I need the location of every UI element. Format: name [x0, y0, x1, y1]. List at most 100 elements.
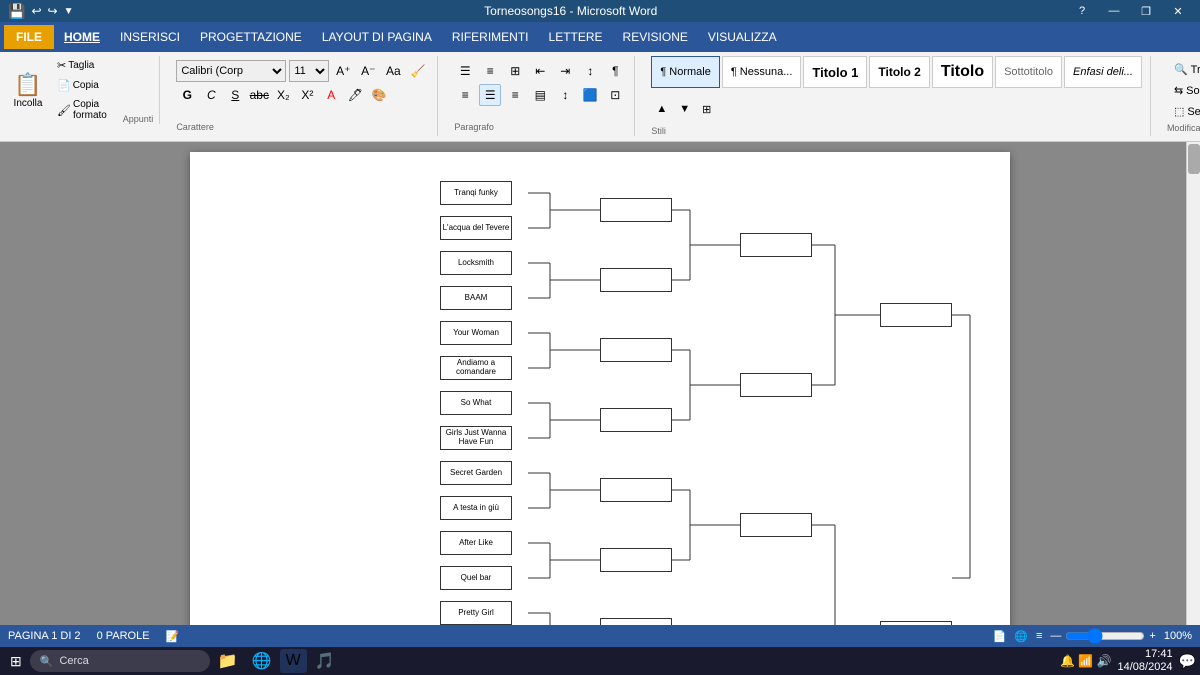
file-menu-button[interactable]: FILE [4, 25, 54, 49]
close-button[interactable]: ✕ [1164, 2, 1192, 20]
increase-indent-button[interactable]: ⇥ [554, 60, 576, 82]
clear-format-button[interactable]: 🧹 [407, 60, 429, 82]
outline-button[interactable]: ⊞ [504, 60, 526, 82]
numbering-button[interactable]: ≡ [479, 60, 501, 82]
styles-gallery: ¶ Normale ¶ Nessuna... Titolo 1 Titolo 2… [651, 56, 1142, 88]
decrease-font-button[interactable]: A⁻ [357, 60, 379, 82]
sostituisci-button[interactable]: ⇆ Sostituisci [1167, 81, 1200, 100]
clock: 17:41 14/08/2024 [1118, 648, 1173, 674]
case-button[interactable]: Aa [382, 60, 404, 82]
format-painter-button[interactable]: 🖌 Copia formato [52, 96, 119, 124]
seed-13: Pretty Girl [440, 601, 512, 625]
start-button[interactable]: ⊞ [4, 649, 28, 673]
font-color-button[interactable]: A [320, 84, 342, 106]
justify-button[interactable]: ▤ [529, 84, 551, 106]
style-titolo1[interactable]: Titolo 1 [803, 56, 867, 88]
styles-scroll-down[interactable]: ▼ [674, 100, 695, 119]
inserisci-menu-item[interactable]: INSERISCI [110, 25, 190, 49]
notification-button[interactable]: 💬 [1179, 653, 1196, 670]
clipboard-section: 📋 Incolla ✂ Taglia 📄 Copia 🖌 Copia forma… [8, 56, 160, 124]
italic-button[interactable]: C [200, 84, 222, 106]
vertical-scrollbar[interactable] [1186, 142, 1200, 625]
chrome-button[interactable]: 🌐 [246, 649, 278, 673]
page-info: PAGINA 1 DI 2 [8, 630, 81, 642]
align-right-button[interactable]: ≡ [504, 84, 526, 106]
redo-icon[interactable]: ↪ [48, 4, 58, 18]
modify-section: 🔍 Trova ▼ ⇆ Sostituisci ⬚ Seleziona ▼ Mo… [1159, 56, 1200, 137]
home-menu-item[interactable]: HOME [54, 25, 110, 49]
paste-button[interactable]: 📋 Incolla [8, 56, 48, 124]
seleziona-button[interactable]: ⬚ Seleziona ▼ [1167, 102, 1200, 121]
proofing-icon[interactable]: 📝 [166, 630, 180, 643]
word-icon: 💾 [8, 3, 25, 20]
progettazione-menu-item[interactable]: PROGETTAZIONE [190, 25, 312, 49]
style-nessuna[interactable]: ¶ Nessuna... [722, 56, 802, 88]
show-formatting-button[interactable]: ¶ [604, 60, 626, 82]
style-normal[interactable]: ¶ Normale [651, 56, 720, 88]
menubar: FILE HOME INSERISCI PROGETTAZIONE LAYOUT… [0, 22, 1200, 52]
taskbar: ⊞ 🔍 Cerca 📁 🌐 W 🎵 🔔 📶 🔊 17:41 14/08/2024… [0, 647, 1200, 675]
file-explorer-button[interactable]: 📁 [212, 649, 244, 673]
seed-5: Your Woman [440, 321, 512, 345]
cut-button[interactable]: ✂ Taglia [52, 56, 119, 75]
r4-match-1 [880, 303, 952, 327]
undo-icon[interactable]: ↩ [31, 4, 41, 18]
word-taskbar-button[interactable]: W [280, 649, 307, 673]
shading-button[interactable]: 🎨 [368, 84, 390, 106]
layout-menu-item[interactable]: LAYOUT DI PAGINA [312, 25, 442, 49]
view-print-button[interactable]: 📄 [993, 630, 1007, 643]
r2-match-4 [600, 408, 672, 432]
view-web-button[interactable]: 🌐 [1014, 630, 1028, 643]
style-enfasi[interactable]: Enfasi deli... [1064, 56, 1142, 88]
r3-match-3 [740, 513, 812, 537]
align-center-button[interactable]: ☰ [479, 84, 501, 106]
riferimenti-menu-item[interactable]: RIFERIMENTI [442, 25, 539, 49]
highlight-button[interactable]: 🖊 [344, 84, 366, 106]
scrollbar-thumb[interactable] [1188, 144, 1200, 174]
document-area: Tranqi funkyL'acqua del TevereLocksmithB… [0, 142, 1200, 625]
zoom-slider[interactable]: — + [1050, 628, 1155, 644]
style-titolo[interactable]: Titolo [932, 56, 993, 88]
restore-button[interactable]: ❐ [1132, 2, 1160, 20]
superscript-button[interactable]: X² [296, 84, 318, 106]
font-size-select[interactable]: 11 [289, 60, 329, 82]
borders-button[interactable]: ⊡ [604, 84, 626, 106]
help-button[interactable]: ? [1068, 2, 1096, 20]
style-sottotitolo[interactable]: Sottotitolo [995, 56, 1062, 88]
minimize-button[interactable]: — [1100, 2, 1128, 20]
visualizza-menu-item[interactable]: VISUALIZZA [698, 25, 787, 49]
subscript-button[interactable]: X₂ [272, 84, 294, 106]
strikethrough-button[interactable]: abc [248, 84, 270, 106]
customize-icon[interactable]: ▼ [64, 6, 74, 17]
styles-scroll-up[interactable]: ▲ [651, 100, 672, 119]
lettere-menu-item[interactable]: LETTERE [539, 25, 613, 49]
bracket-area: Tranqi funkyL'acqua del TevereLocksmithB… [220, 172, 980, 625]
trova-button[interactable]: 🔍 Trova ▼ [1167, 60, 1200, 79]
r3-match-2 [740, 373, 812, 397]
r2-match-7 [600, 618, 672, 625]
zoom-level: 100% [1164, 630, 1192, 642]
copy-button[interactable]: 📄 Copia [52, 76, 119, 95]
align-left-button[interactable]: ≡ [454, 84, 476, 106]
underline-button[interactable]: S [224, 84, 246, 106]
font-section: Calibri (Corp 11 A⁺ A⁻ Aa 🧹 G C S abc X₂… [168, 56, 438, 136]
decrease-indent-button[interactable]: ⇤ [529, 60, 551, 82]
view-outline-button[interactable]: ≡ [1036, 630, 1042, 642]
font-family-select[interactable]: Calibri (Corp [176, 60, 286, 82]
spotify-button[interactable]: 🎵 [309, 649, 341, 673]
seed-7: So What [440, 391, 512, 415]
search-bar[interactable]: 🔍 Cerca [30, 650, 210, 672]
document-page: Tranqi funkyL'acqua del TevereLocksmithB… [190, 152, 1010, 625]
r2-match-1 [600, 198, 672, 222]
increase-font-button[interactable]: A⁺ [332, 60, 354, 82]
bold-button[interactable]: G [176, 84, 198, 106]
bullets-button[interactable]: ☰ [454, 60, 476, 82]
line-spacing-button[interactable]: ↕ [554, 84, 576, 106]
zoom-range[interactable] [1065, 628, 1145, 644]
revisione-menu-item[interactable]: REVISIONE [613, 25, 698, 49]
style-titolo2[interactable]: Titolo 2 [869, 56, 929, 88]
seed-1: Tranqi funky [440, 181, 512, 205]
styles-expand[interactable]: ⊞ [697, 100, 716, 119]
sort-button[interactable]: ↕ [579, 60, 601, 82]
shading-para-button[interactable]: 🟦 [579, 84, 601, 106]
